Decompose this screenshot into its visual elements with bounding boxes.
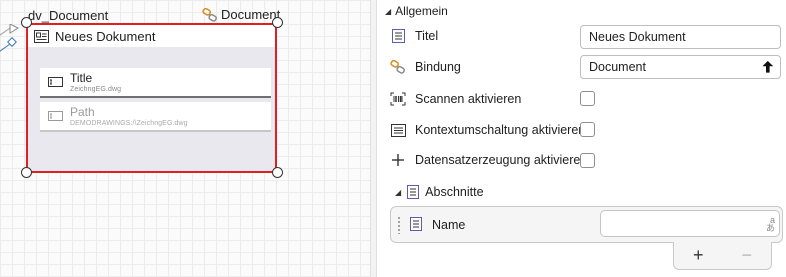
sections-header[interactable]: ◢ Abschnitte [395, 185, 484, 199]
connector-line [0, 24, 20, 52]
datasource-name: dv_Document [28, 8, 109, 23]
binding-combobox[interactable]: Document [580, 55, 781, 79]
sections-list: Name a あ [390, 206, 783, 243]
property-record-creation: Datensatzerzeugung aktivieren [389, 153, 587, 167]
record-creation-checkbox[interactable] [580, 153, 595, 168]
field-value: DEMODRAWINGS:/\ZeichngEG.dwg [70, 120, 188, 127]
context-switch-checkbox[interactable] [580, 122, 595, 137]
property-binding: Bindung [389, 60, 461, 74]
list-item-label: Name [432, 218, 466, 232]
property-label: Scannen aktivieren [415, 92, 522, 106]
text-field-icon [48, 111, 63, 121]
scan-checkbox[interactable] [580, 91, 595, 106]
binding-value: Document [589, 60, 646, 74]
resize-handle-top-right[interactable] [272, 17, 283, 28]
name-input[interactable]: a あ [600, 210, 780, 237]
list-button-bar: + − [673, 242, 772, 270]
design-canvas[interactable]: dv_Document Document Neues Dokument Titl… [0, 0, 370, 277]
property-scan: Scannen aktivieren [389, 92, 521, 106]
collapse-triangle-icon[interactable]: ◢ [385, 7, 391, 16]
field-label: Path [70, 105, 95, 119]
property-label: Datensatzerzeugung aktivieren [415, 153, 588, 167]
remove-button[interactable]: − [723, 242, 772, 269]
field-card-title[interactable]: Title ZeichngEG.dwg [40, 68, 271, 98]
datasource-binding: Document [202, 7, 280, 22]
field-label: Title [70, 71, 93, 85]
collapse-triangle-icon[interactable]: ◢ [395, 188, 401, 197]
link-chain-icon [389, 60, 407, 74]
resize-handle-top-left[interactable] [21, 17, 32, 28]
section-list-icon [407, 185, 420, 199]
resize-handle-bottom-right[interactable] [272, 167, 283, 178]
translate-glyph-bottom: あ [765, 223, 775, 233]
add-button[interactable]: + [674, 242, 723, 269]
section-list-icon [410, 217, 422, 231]
dropdown-arrow-icon[interactable] [761, 61, 774, 73]
document-frame[interactable]: Neues Dokument Title ZeichngEG.dwg Path … [26, 23, 277, 173]
list-lines-icon [389, 123, 407, 137]
property-label: Bindung [415, 60, 461, 74]
document-lines-icon [389, 29, 407, 43]
property-context-switch: Kontextumschaltung aktivieren [389, 123, 585, 137]
field-value: ZeichngEG.dwg [70, 86, 122, 93]
barcode-scan-icon [389, 92, 407, 106]
section-title: Allgemein [395, 4, 448, 18]
resize-handle-bottom-left[interactable] [21, 167, 32, 178]
properties-panel: ◢ Allgemein Titel Neues Dokument Bindung… [377, 0, 786, 277]
section-header-allgemein[interactable]: ◢ Allgemein [385, 4, 448, 18]
title-input[interactable]: Neues Dokument [580, 25, 781, 49]
field-card-path[interactable]: Path DEMODRAWINGS:/\ZeichngEG.dwg [40, 102, 271, 132]
document-card-icon [34, 29, 49, 43]
drag-handle-icon[interactable] [397, 216, 401, 234]
panel-splitter[interactable] [370, 0, 377, 277]
property-label: Titel [415, 29, 439, 43]
frame-title: Neues Dokument [55, 28, 156, 44]
link-chain-icon [202, 7, 217, 22]
frame-header[interactable]: Neues Dokument [28, 25, 275, 47]
property-label: Kontextumschaltung aktivieren [415, 123, 586, 137]
translate-icon[interactable]: a あ [765, 216, 775, 233]
plus-icon [389, 154, 407, 166]
property-title: Titel [389, 29, 438, 43]
sections-label: Abschnitte [425, 185, 484, 199]
text-field-icon [48, 77, 63, 87]
